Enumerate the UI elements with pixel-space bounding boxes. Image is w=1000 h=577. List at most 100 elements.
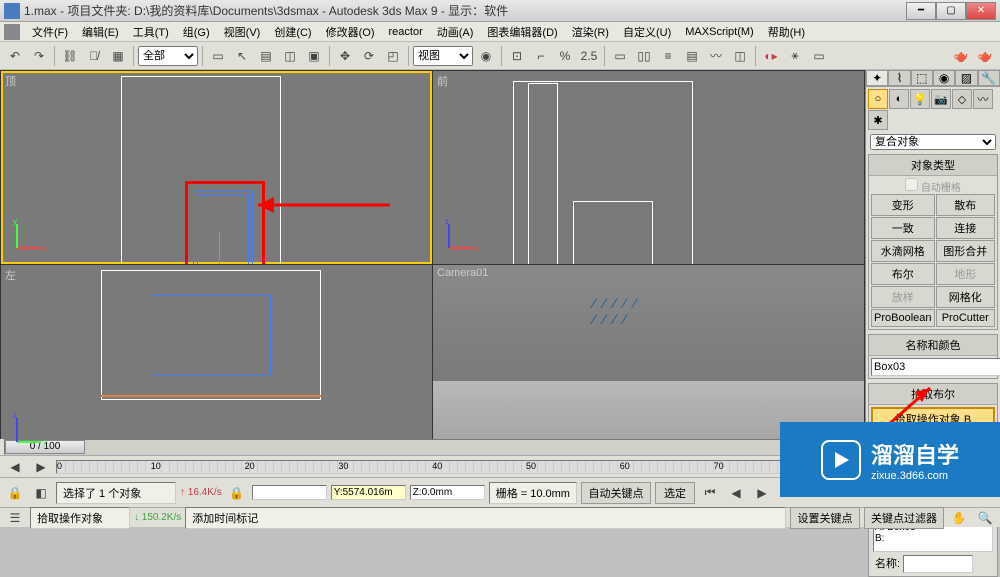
menu-file[interactable]: 文件(F)	[26, 22, 74, 42]
mirror-button[interactable]: ▯▯	[633, 45, 655, 67]
lock-icon[interactable]: 🔒	[4, 482, 26, 504]
layers-button[interactable]: ▤	[681, 45, 703, 67]
link-button[interactable]: ⛓	[59, 45, 81, 67]
menu-create[interactable]: 创建(C)	[268, 22, 317, 42]
rollout-header-name[interactable]: 名称和颜色	[869, 335, 997, 356]
app-menu-icon[interactable]	[4, 24, 20, 40]
bind-button[interactable]: ▦	[107, 45, 129, 67]
rotate-button[interactable]: ⟳	[358, 45, 380, 67]
menu-tools[interactable]: 工具(T)	[127, 22, 175, 42]
type-loft[interactable]: 放样	[871, 286, 935, 308]
set-key-button[interactable]: 设置关键点	[790, 507, 860, 529]
snap-toggle[interactable]: ⊡	[506, 45, 528, 67]
type-terrain[interactable]: 地形	[936, 263, 996, 285]
teapot-render-icon[interactable]: 🫖	[950, 45, 972, 67]
operand-name-input[interactable]	[903, 555, 973, 573]
subtab-helpers[interactable]: ◇	[952, 89, 972, 109]
menu-graph[interactable]: 图表编辑器(D)	[481, 22, 563, 42]
selection-filter-dropdown[interactable]: 全部	[138, 46, 198, 66]
nav-zoom-icon[interactable]: 🔍	[974, 507, 996, 529]
category-dropdown[interactable]: 复合对象	[870, 134, 996, 150]
menu-maxscript[interactable]: MAXScript(M)	[679, 24, 759, 40]
coord-y-input[interactable]	[331, 485, 406, 500]
type-conform[interactable]: 一致	[871, 217, 935, 239]
menu-render[interactable]: 渲染(R)	[566, 22, 615, 42]
type-blobmesh[interactable]: 水滴网格	[871, 240, 935, 262]
render-setup-button[interactable]: ⚹	[784, 45, 806, 67]
nav-pan-icon[interactable]: ✋	[948, 507, 970, 529]
rollout-header-pick[interactable]: 拾取布尔	[869, 384, 997, 405]
type-connect[interactable]: 连接	[936, 217, 996, 239]
viewport-left[interactable]: 左 y z	[1, 265, 432, 458]
minimize-button[interactable]: ━	[906, 2, 936, 20]
auto-key-button[interactable]: 自动关键点	[581, 482, 651, 504]
curve-editor-button[interactable]: 〰	[705, 45, 727, 67]
tb-next[interactable]: ▶	[30, 456, 52, 478]
menu-group[interactable]: 组(G)	[177, 22, 216, 42]
named-selection-button[interactable]: ▭	[609, 45, 631, 67]
tab-create[interactable]: ✦	[866, 70, 888, 86]
subtab-lights[interactable]: 💡	[910, 89, 930, 109]
menu-edit[interactable]: 编辑(E)	[76, 22, 125, 42]
subtab-systems[interactable]: ✱	[868, 110, 888, 130]
undo-button[interactable]: ↶	[4, 45, 26, 67]
menu-modifiers[interactable]: 修改器(O)	[320, 22, 381, 42]
schematic-button[interactable]: ◫	[729, 45, 751, 67]
select-button[interactable]: ▭	[207, 45, 229, 67]
type-proboolean[interactable]: ProBoolean	[871, 309, 935, 327]
pivot-button[interactable]: ◉	[475, 45, 497, 67]
play-start-button[interactable]: ⏮	[699, 482, 721, 504]
key-filter-button[interactable]: 关键点过滤器	[864, 507, 944, 529]
lock-selection-icon[interactable]: 🔒	[226, 482, 248, 504]
select-cursor-button[interactable]: ↖	[231, 45, 253, 67]
rollout-header-object-type[interactable]: 对象类型	[869, 155, 997, 176]
type-morph[interactable]: 变形	[871, 194, 935, 216]
type-scatter[interactable]: 散布	[936, 194, 996, 216]
move-button[interactable]: ✥	[334, 45, 356, 67]
percent-snap-toggle[interactable]: %	[554, 45, 576, 67]
angle-snap-toggle[interactable]: ⌐	[530, 45, 552, 67]
window-crossing-button[interactable]: ▣	[303, 45, 325, 67]
tb-prev[interactable]: ◀	[4, 456, 26, 478]
maximize-button[interactable]: ▢	[936, 2, 966, 20]
object-name-input[interactable]	[871, 358, 1000, 376]
subtab-cameras[interactable]: 📷	[931, 89, 951, 109]
tab-hierarchy[interactable]: ⬚	[911, 70, 933, 86]
menu-reactor[interactable]: reactor	[383, 24, 429, 40]
close-button[interactable]: ✕	[966, 2, 996, 20]
prompt-icon[interactable]: ☰	[4, 507, 26, 529]
play-button[interactable]: ▶	[751, 482, 773, 504]
menu-view[interactable]: 视图(V)	[218, 22, 267, 42]
coord-z-input[interactable]	[410, 485, 485, 500]
render-button[interactable]: ▭	[808, 45, 830, 67]
subtab-shapes[interactable]: ◐	[889, 89, 909, 109]
add-time-tag[interactable]: 添加时间标记	[185, 507, 786, 529]
selected-button[interactable]: 选定	[655, 482, 695, 504]
menu-animation[interactable]: 动画(A)	[431, 22, 480, 42]
subtab-geometry[interactable]: ○	[868, 89, 888, 109]
tab-motion[interactable]: ◉	[933, 70, 955, 86]
scale-button[interactable]: ◰	[382, 45, 404, 67]
menu-custom[interactable]: 自定义(U)	[617, 22, 677, 42]
select-name-button[interactable]: ▤	[255, 45, 277, 67]
script-icon[interactable]: ◧	[30, 482, 52, 504]
menu-help[interactable]: 帮助(H)	[762, 22, 811, 42]
type-boolean[interactable]: 布尔	[871, 263, 935, 285]
play-prev-button[interactable]: ◀	[725, 482, 747, 504]
type-procutter[interactable]: ProCutter	[936, 309, 996, 327]
redo-button[interactable]: ↷	[28, 45, 50, 67]
type-mesher[interactable]: 网格化	[936, 286, 996, 308]
tab-modify[interactable]: ⌇	[888, 70, 910, 86]
type-shapemerge[interactable]: 图形合并	[936, 240, 996, 262]
align-button[interactable]: ≡	[657, 45, 679, 67]
subtab-spacewarps[interactable]: 〰	[973, 89, 993, 109]
material-editor-button[interactable]: ◐▸	[760, 45, 782, 67]
viewport-top[interactable]: 顶 x y	[1, 71, 432, 264]
viewport-front[interactable]: 前 x z	[433, 71, 864, 264]
coordinate-system-dropdown[interactable]: 视图	[413, 46, 473, 66]
teapot-quick-icon[interactable]: 🫖	[974, 45, 996, 67]
tab-utilities[interactable]: 🔧	[978, 70, 1000, 86]
spinner-snap-toggle[interactable]: 2.5	[578, 45, 600, 67]
unlink-button[interactable]: ⛓̸	[83, 45, 105, 67]
tab-display[interactable]: ▨	[955, 70, 977, 86]
